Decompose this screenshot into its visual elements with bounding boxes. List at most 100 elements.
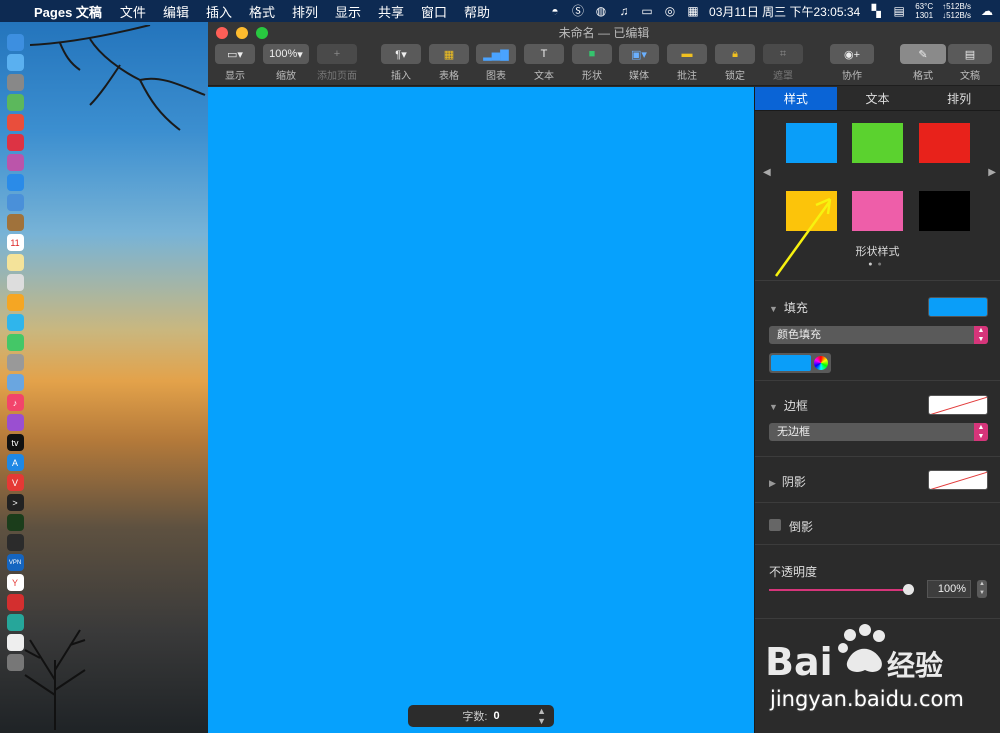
netease-music-icon[interactable] — [6, 594, 24, 611]
display-icon[interactable]: ▤ — [892, 4, 906, 18]
chrome-icon[interactable] — [6, 114, 24, 131]
compass-icon[interactable]: ◎ — [663, 4, 677, 18]
comment-tool[interactable]: ▬ 批注 — [667, 44, 707, 82]
activity-monitor-icon[interactable] — [6, 514, 24, 531]
s-app-icon[interactable]: Ⓢ — [571, 4, 585, 18]
tab-arrange[interactable]: 排列 — [918, 87, 1000, 110]
border-type-select[interactable]: 无边框 ▲ ▼ — [769, 423, 988, 441]
chevron-left-icon[interactable]: ◀ — [763, 167, 771, 178]
menu-help[interactable]: 帮助 — [464, 2, 490, 21]
reflection-checkbox[interactable] — [769, 519, 781, 531]
apple-tv-icon[interactable]: tv — [6, 434, 24, 451]
paintbrush-icon[interactable]: ✎ — [900, 44, 946, 64]
siri-icon[interactable] — [6, 54, 24, 71]
chevron-updown-icon[interactable]: ▲ ▼ — [537, 706, 546, 726]
image-capture-icon[interactable] — [6, 274, 24, 291]
paragraph-icon[interactable]: ¶▾ — [381, 44, 421, 64]
lock-tool[interactable]: 🔒︎ 锁定 — [715, 44, 755, 82]
add-page-tool[interactable]: + 添加页面 — [317, 44, 357, 82]
document-icon[interactable]: ▤ — [948, 44, 992, 64]
format-tool[interactable]: ✎ 格式 — [900, 44, 946, 82]
chart-tool[interactable]: ▂▅▇ 图表 — [476, 44, 516, 82]
podcasts-icon[interactable] — [6, 414, 24, 431]
textedit-icon[interactable] — [6, 634, 24, 651]
music-note-icon[interactable]: ♫ — [617, 4, 631, 18]
menu-format[interactable]: 格式 — [249, 2, 275, 21]
vpn-icon[interactable]: VPN — [6, 554, 24, 571]
media-icon[interactable]: ▣▾ — [619, 44, 659, 64]
lock-icon[interactable]: 🔒︎ — [715, 44, 755, 64]
collaborate-tool[interactable]: ◉+ 协作 — [830, 44, 874, 82]
console-icon[interactable] — [6, 534, 24, 551]
screen-icon[interactable]: ▭ — [640, 4, 654, 18]
fill-color-well[interactable] — [769, 353, 831, 373]
style-swatch-pink[interactable] — [852, 191, 903, 231]
color-wheel-icon[interactable] — [814, 356, 828, 370]
document-canvas[interactable]: 字数: 0 ▲ ▼ — [208, 87, 754, 733]
menu-insert[interactable]: 插入 — [206, 2, 232, 21]
plus-icon[interactable]: + — [317, 44, 357, 64]
facetime-icon[interactable] — [6, 334, 24, 351]
app-red-icon[interactable] — [6, 134, 24, 151]
collaborate-icon[interactable]: ◉+ — [830, 44, 874, 64]
page-dots[interactable]: ●● — [755, 261, 1000, 268]
safari-icon[interactable] — [6, 174, 24, 191]
opacity-value-field[interactable]: 100% — [927, 580, 971, 598]
border-color-button[interactable] — [928, 395, 988, 415]
vivaldi-icon[interactable]: V — [6, 474, 24, 491]
display-tool[interactable]: ▭▾ 显示 — [215, 44, 255, 82]
menu-share[interactable]: 共享 — [378, 2, 404, 21]
app-menu[interactable]: Pages 文稿 — [34, 2, 102, 21]
opacity-slider-knob[interactable] — [903, 584, 914, 595]
datetime[interactable]: 03月11日 周三 下午23:05:34 — [709, 3, 860, 20]
shadow-color-button[interactable] — [928, 470, 988, 490]
media-tool[interactable]: ▣▾ 媒体 — [619, 44, 659, 82]
android-icon[interactable] — [6, 94, 24, 111]
insert-tool[interactable]: ¶▾ 插入 — [381, 44, 421, 82]
menu-arrange[interactable]: 排列 — [292, 2, 318, 21]
style-swatch-green[interactable] — [852, 123, 903, 163]
style-swatch-black[interactable] — [919, 191, 970, 231]
crop-icon[interactable]: ⌗ — [763, 44, 803, 64]
style-swatch-blue[interactable] — [786, 123, 837, 163]
music-icon[interactable]: ♪ — [6, 394, 24, 411]
cloud-icon[interactable]: ☁ — [980, 4, 994, 18]
table-icon[interactable]: ▦ — [429, 44, 469, 64]
chevron-right-icon[interactable]: ▶ — [988, 167, 996, 178]
menu-edit[interactable]: 编辑 — [163, 2, 189, 21]
opacity-slider-track[interactable] — [769, 589, 909, 591]
preview-icon[interactable] — [6, 194, 24, 211]
temperature-readout[interactable]: 63°C 1301 — [915, 2, 933, 20]
chart-icon[interactable]: ▂▅▇ — [476, 44, 516, 64]
comment-icon[interactable]: ▬ — [667, 44, 707, 64]
menu-view[interactable]: 显示 — [335, 2, 361, 21]
app-teal-icon[interactable] — [6, 614, 24, 631]
shape-icon[interactable]: ■ — [572, 44, 612, 64]
text-tool[interactable]: T 文本 — [524, 44, 564, 82]
table-tool[interactable]: ▦ 表格 — [429, 44, 469, 82]
border-disclosure[interactable]: ▼ 边框 — [769, 397, 808, 414]
system-preferences-icon[interactable] — [6, 354, 24, 371]
calendar-dock-icon[interactable]: 11 — [6, 234, 24, 251]
trash-icon[interactable] — [6, 654, 24, 671]
contacts-icon[interactable] — [6, 214, 24, 231]
app-store-icon[interactable]: A — [6, 454, 24, 471]
notes-icon[interactable] — [6, 254, 24, 271]
keynote-icon[interactable] — [6, 374, 24, 391]
calendar-icon[interactable]: ▦ — [686, 4, 700, 18]
zoom-tool[interactable]: 100% ▾ 缩放 — [263, 44, 309, 82]
document-tool[interactable]: ▤ 文稿 — [948, 44, 992, 82]
tab-text[interactable]: 文本 — [837, 87, 919, 110]
finder-icon[interactable] — [6, 34, 24, 51]
grid-app-icon[interactable]: ▚ — [869, 4, 883, 18]
menu-file[interactable]: 文件 — [120, 2, 146, 21]
fill-color-button[interactable] — [928, 297, 988, 317]
launchpad-icon[interactable] — [6, 74, 24, 91]
sidebar-view-icon[interactable]: ▭▾ — [215, 44, 255, 64]
app-purple-icon[interactable] — [6, 154, 24, 171]
text-box-icon[interactable]: T — [524, 44, 564, 64]
terminal-icon[interactable]: > — [6, 494, 24, 511]
mask-tool[interactable]: ⌗ 遮罩 — [763, 44, 803, 82]
shape-tool[interactable]: ■ 形状 — [572, 44, 612, 82]
word-count-popup[interactable]: 字数: 0 ▲ ▼ — [408, 705, 554, 727]
